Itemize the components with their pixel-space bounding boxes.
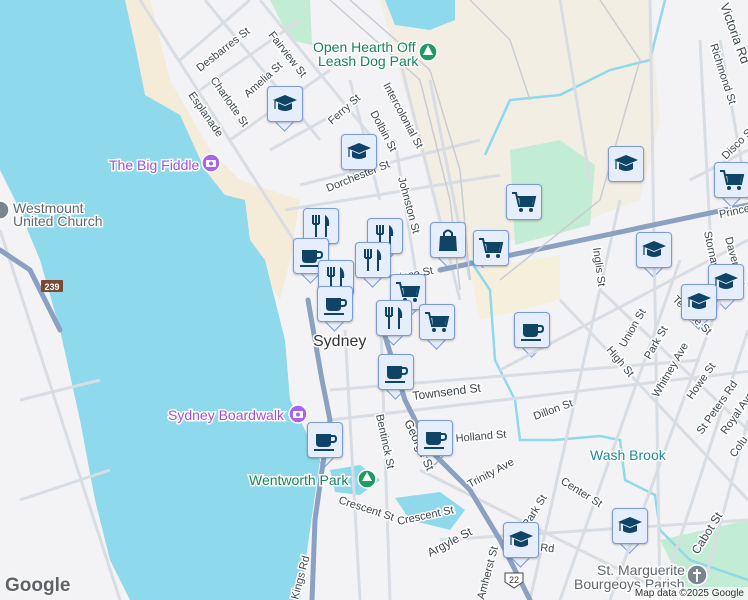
route-239-shield: 239 bbox=[41, 280, 63, 292]
school-marker[interactable] bbox=[681, 284, 717, 320]
school-icon bbox=[347, 143, 371, 159]
cafe-icon bbox=[385, 366, 409, 383]
grocery-icon bbox=[512, 192, 537, 212]
street-label: Colu bbox=[728, 434, 748, 459]
shopping-marker[interactable] bbox=[430, 222, 466, 258]
school-marker[interactable] bbox=[636, 232, 672, 268]
restaurant-icon bbox=[364, 249, 382, 271]
grocery-icon bbox=[720, 170, 745, 190]
street-label: High St bbox=[604, 344, 636, 379]
grocery-marker[interactable] bbox=[506, 184, 542, 220]
poi-wentworth-park[interactable]: Wentworth Park bbox=[248, 471, 351, 490]
school-marker[interactable] bbox=[341, 134, 377, 170]
restaurant-marker[interactable] bbox=[376, 300, 412, 336]
street-label: Holland St bbox=[455, 429, 507, 445]
camera-icon bbox=[201, 153, 221, 173]
cafe-icon bbox=[314, 434, 338, 451]
school-icon bbox=[509, 531, 533, 547]
school-icon bbox=[614, 155, 638, 171]
cafe-marker[interactable] bbox=[317, 286, 353, 322]
church-icon bbox=[686, 564, 708, 586]
school-icon bbox=[273, 95, 297, 111]
grocery-marker[interactable] bbox=[714, 162, 748, 198]
cafe-icon bbox=[521, 324, 545, 341]
svg-text:22: 22 bbox=[509, 575, 519, 585]
restaurant-icon bbox=[312, 215, 330, 237]
cafe-marker[interactable] bbox=[378, 354, 414, 390]
wash-brook-label: Wash Brook bbox=[590, 447, 667, 463]
street-label: Prince St bbox=[718, 200, 748, 221]
street-label: Richmond St bbox=[707, 42, 738, 106]
street-label: Amherst St bbox=[475, 545, 501, 600]
poi-sydney-boardwalk[interactable]: Sydney Boardwalk bbox=[167, 406, 287, 425]
street-label: Trinity Ave bbox=[466, 456, 516, 490]
street-label: Rd bbox=[540, 542, 555, 555]
cafe-icon bbox=[324, 298, 348, 315]
school-marker[interactable] bbox=[503, 522, 539, 558]
camera-icon bbox=[288, 404, 308, 424]
school-icon bbox=[618, 517, 642, 533]
tree-icon bbox=[357, 469, 377, 489]
poi-big-fiddle[interactable]: The Big Fiddle bbox=[108, 156, 201, 175]
shopping-icon bbox=[439, 229, 457, 251]
poi-westmount-line2[interactable]: United Church bbox=[12, 212, 105, 231]
street-label: Bentinck St bbox=[373, 413, 396, 470]
street-label: Dillon St bbox=[532, 398, 575, 423]
google-logo: Google bbox=[5, 575, 71, 596]
restaurant-marker[interactable] bbox=[355, 242, 391, 278]
cafe-marker[interactable] bbox=[514, 312, 550, 348]
cafe-marker[interactable] bbox=[417, 420, 453, 456]
restaurant-icon bbox=[385, 307, 403, 329]
grocery-icon bbox=[425, 312, 450, 332]
city-label: Sydney bbox=[313, 333, 366, 350]
cafe-marker[interactable] bbox=[307, 422, 343, 458]
school-marker[interactable] bbox=[608, 146, 644, 182]
grocery-marker[interactable] bbox=[473, 230, 509, 266]
svg-text:239: 239 bbox=[44, 282, 59, 292]
tree-icon bbox=[418, 42, 438, 62]
map-attribution[interactable]: Map data ©2025 Google bbox=[630, 587, 748, 600]
school-icon bbox=[687, 293, 711, 309]
grocery-icon bbox=[479, 238, 504, 258]
school-marker[interactable] bbox=[612, 508, 648, 544]
grocery-marker[interactable] bbox=[419, 304, 455, 340]
street-label: Union St bbox=[617, 307, 648, 350]
cafe-icon bbox=[424, 432, 448, 449]
school-icon bbox=[642, 241, 666, 257]
church-icon bbox=[0, 200, 10, 220]
street-label: Desbarres St bbox=[194, 25, 252, 74]
school-marker[interactable] bbox=[267, 86, 303, 122]
poi-dog-park-line2[interactable]: Leash Dog Park bbox=[317, 52, 421, 71]
street-label: Inglis St bbox=[590, 247, 607, 287]
